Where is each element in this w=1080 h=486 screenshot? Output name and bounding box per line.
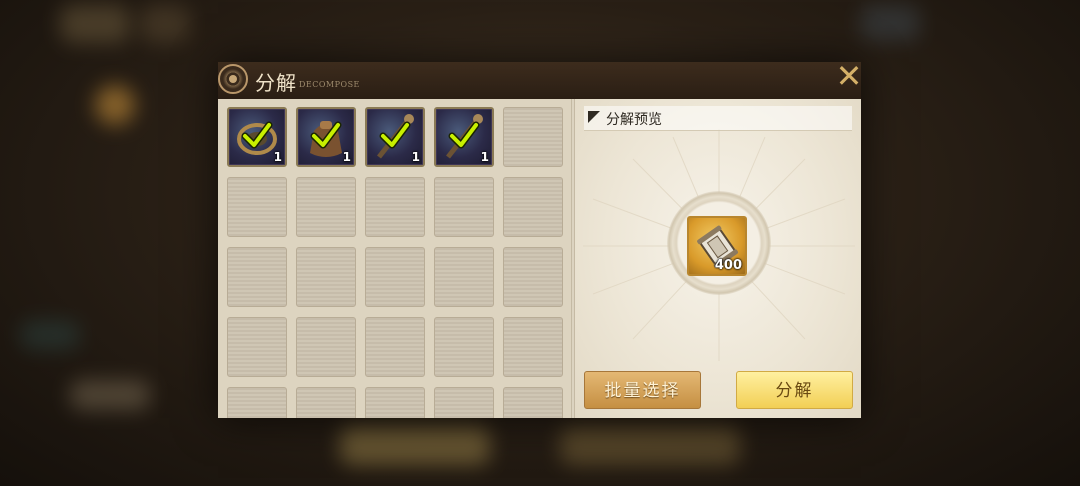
preview-header: 分解预览 (584, 106, 852, 131)
checkmark-icon (310, 121, 342, 149)
inventory-slot-selected[interactable]: 1 (365, 107, 425, 167)
background-blur (95, 85, 135, 125)
checkmark-icon (448, 121, 480, 149)
batch-select-button[interactable]: 批量选择 (584, 371, 701, 409)
close-icon[interactable]: ✕ (834, 60, 864, 92)
inventory-slot-empty[interactable] (503, 387, 563, 418)
inventory-slot-empty[interactable] (365, 317, 425, 377)
decompose-dialog: 分解 DECOMPOSE 1 1 1 1 分解预览 400 批量选择 分解 (218, 62, 861, 418)
inventory-slot-empty[interactable] (365, 177, 425, 237)
item-quantity: 1 (480, 150, 489, 164)
background-blur (20, 320, 80, 350)
checkmark-icon (241, 121, 273, 149)
checkmark-icon (379, 121, 411, 149)
inventory-slot-selected[interactable]: 1 (227, 107, 287, 167)
decompose-button[interactable]: 分解 (736, 371, 853, 409)
background-blur (560, 425, 740, 465)
inventory-panel[interactable]: 1 1 1 1 (218, 99, 574, 418)
inventory-slot-empty[interactable] (434, 387, 494, 418)
background-blur (340, 425, 490, 465)
background-blur (860, 5, 920, 41)
background-blur (60, 5, 130, 43)
preview-panel: 分解预览 400 批量选择 分解 (575, 99, 861, 418)
item-quantity: 1 (411, 150, 420, 164)
decompose-emblem-icon (218, 64, 248, 94)
inventory-slot-empty[interactable] (365, 387, 425, 418)
inventory-slot-empty[interactable] (296, 317, 356, 377)
dialog-titlebar: 分解 DECOMPOSE (218, 62, 861, 101)
inventory-slot-empty[interactable] (434, 247, 494, 307)
inventory-slot-empty[interactable] (227, 177, 287, 237)
inventory-slot-empty[interactable] (503, 107, 563, 167)
dialog-title: 分解 (255, 71, 297, 95)
item-quantity: 1 (273, 150, 282, 164)
inventory-slot-empty[interactable] (434, 177, 494, 237)
inventory-slot-empty[interactable] (227, 247, 287, 307)
result-item[interactable]: 400 (687, 216, 747, 276)
dialog-subtitle: DECOMPOSE (299, 80, 360, 89)
background-blur (70, 380, 150, 410)
inventory-slot-empty[interactable] (434, 317, 494, 377)
inventory-slot-empty[interactable] (296, 387, 356, 418)
inventory-slot-empty[interactable] (227, 387, 287, 418)
inventory-slot-empty[interactable] (503, 177, 563, 237)
inventory-slot-empty[interactable] (227, 317, 287, 377)
inventory-grid: 1 1 1 1 (227, 107, 563, 418)
inventory-slot-empty[interactable] (296, 177, 356, 237)
inventory-slot-selected[interactable]: 1 (296, 107, 356, 167)
background-blur (140, 5, 190, 43)
inventory-slot-empty[interactable] (296, 247, 356, 307)
result-quantity: 400 (714, 258, 742, 273)
preview-title: 分解预览 (606, 112, 662, 128)
inventory-slot-selected[interactable]: 1 (434, 107, 494, 167)
inventory-slot-empty[interactable] (503, 247, 563, 307)
corner-marker-icon (588, 111, 600, 123)
inventory-slot-empty[interactable] (503, 317, 563, 377)
inventory-slot-empty[interactable] (365, 247, 425, 307)
item-quantity: 1 (342, 150, 351, 164)
